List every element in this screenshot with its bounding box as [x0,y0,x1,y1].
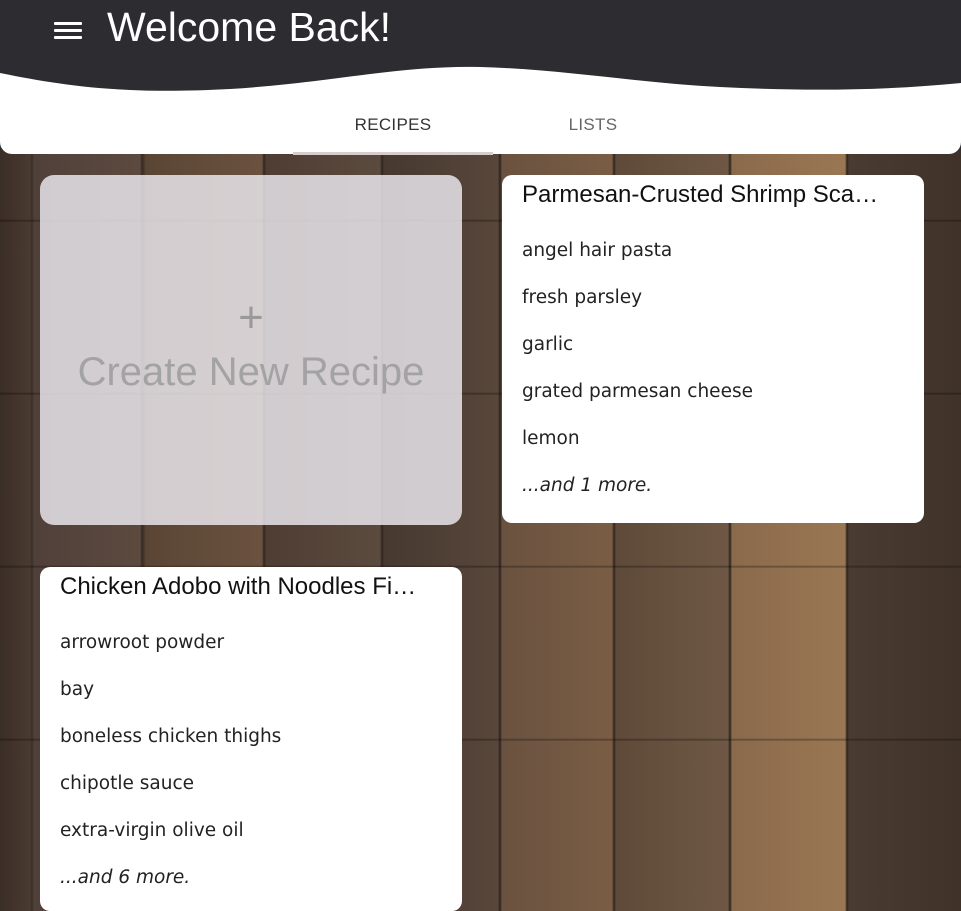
ingredient-list: arrowroot powder bay boneless chicken th… [60,619,442,901]
ingredient-item: bay [60,679,95,700]
tab-recipes[interactable]: RECIPES [293,95,493,155]
ingredient-item: chipotle sauce [60,773,195,794]
hamburger-menu-icon[interactable] [54,18,82,42]
ingredient-item: fresh parsley [522,287,643,308]
recipe-card[interactable]: Parmesan-Crusted Shrimp Sca… angel hair … [502,175,924,523]
ingredient-item: lemon [522,428,580,449]
ingredient-item: grated parmesan cheese [522,381,753,402]
header-wave [0,55,961,100]
recipe-title: Chicken Adobo with Noodles Fi… [60,573,417,600]
tab-lists[interactable]: LISTS [493,95,693,154]
ingredient-item: extra-virgin olive oil [60,820,244,841]
ingredient-item: arrowroot powder [60,632,225,653]
ingredient-list: angel hair pasta fresh parsley garlic gr… [522,227,904,509]
more-ingredients-text: ...and 6 more. [60,867,191,888]
page-title: Welcome Back! [107,4,392,50]
more-ingredients-text: ...and 1 more. [522,475,653,496]
ingredient-item: angel hair pasta [522,240,673,261]
ingredient-item: boneless chicken thighs [60,726,282,747]
plus-icon: + [238,292,264,342]
tab-bar: RECIPES LISTS [0,95,961,155]
recipe-card[interactable]: Chicken Adobo with Noodles Fi… arrowroot… [40,567,462,911]
create-recipe-label: Create New Recipe [77,349,425,394]
ingredient-item: garlic [522,334,574,355]
create-recipe-card[interactable]: + Create New Recipe [40,175,462,525]
recipe-title: Parmesan-Crusted Shrimp Sca… [522,181,879,208]
